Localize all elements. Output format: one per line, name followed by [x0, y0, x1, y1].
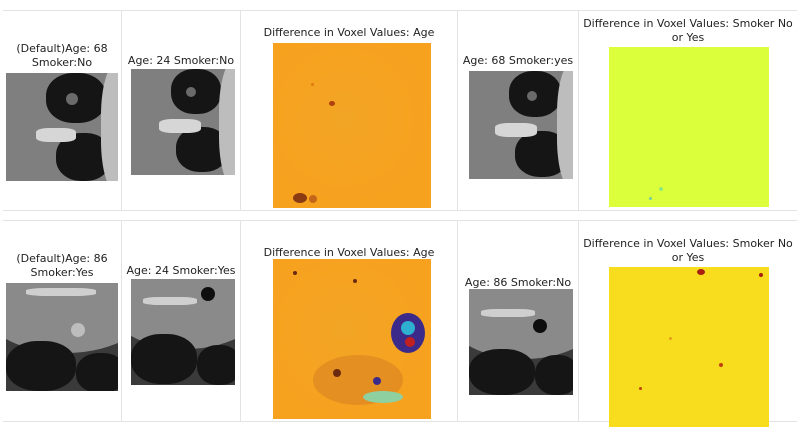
ct-scan-image [6, 283, 118, 391]
table-cell-age-variant: Age: 24 Smoker:No [122, 11, 241, 210]
table-cell-smoker-difference: Difference in Voxel Values: Smoker No or… [579, 11, 797, 210]
table-cell-smoker-difference: Difference in Voxel Values: Smoker No or… [579, 221, 797, 427]
table-cell-default: (Default)Age: 68 Smoker:No [3, 11, 122, 210]
difference-heatmap [273, 259, 431, 419]
difference-heatmap [609, 267, 769, 427]
table-cell-age-difference: Difference in Voxel Values: Age [241, 11, 458, 210]
ct-scan-image [131, 279, 235, 385]
cell-caption: Difference in Voxel Values: Smoker No or… [583, 17, 793, 44]
ct-scan-image [131, 69, 235, 175]
cell-caption: Age: 24 Smoker:No [127, 54, 235, 67]
cell-caption: Difference in Voxel Values: Smoker No or… [583, 237, 793, 264]
table-cell-age-difference: Difference in Voxel Values: Age [241, 221, 458, 421]
difference-heatmap [273, 43, 431, 208]
cell-caption: Age: 68 Smoker:yes [462, 54, 574, 67]
cell-caption: Difference in Voxel Values: Age [263, 26, 435, 39]
table-cell-smoker-variant: Age: 68 Smoker:yes [458, 11, 579, 210]
ct-scan-image [469, 71, 573, 179]
table-cell-default: (Default)Age: 86 Smoker:Yes [3, 221, 122, 421]
table-cell-age-variant: Age: 24 Smoker:Yes [122, 221, 241, 421]
table-row: (Default)Age: 68 Smoker:No Age: 24 Smoke… [3, 11, 797, 211]
results-table: (Default)Age: 68 Smoker:No Age: 24 Smoke… [3, 10, 797, 427]
cell-caption: Age: 86 Smoker:No [464, 276, 572, 289]
table-row: (Default)Age: 86 Smoker:Yes Age: 24 Smok… [3, 220, 797, 427]
cell-caption: Age: 24 Smoker:Yes [126, 264, 236, 277]
table-cell-smoker-variant: Age: 86 Smoker:No [458, 221, 579, 421]
cell-caption: (Default)Age: 86 Smoker:Yes [16, 252, 108, 279]
cell-caption: (Default)Age: 68 Smoker:No [16, 42, 108, 69]
ct-scan-image [6, 73, 118, 181]
difference-heatmap [609, 47, 769, 207]
cell-caption: Difference in Voxel Values: Age [263, 246, 435, 259]
ct-scan-image [469, 289, 573, 395]
